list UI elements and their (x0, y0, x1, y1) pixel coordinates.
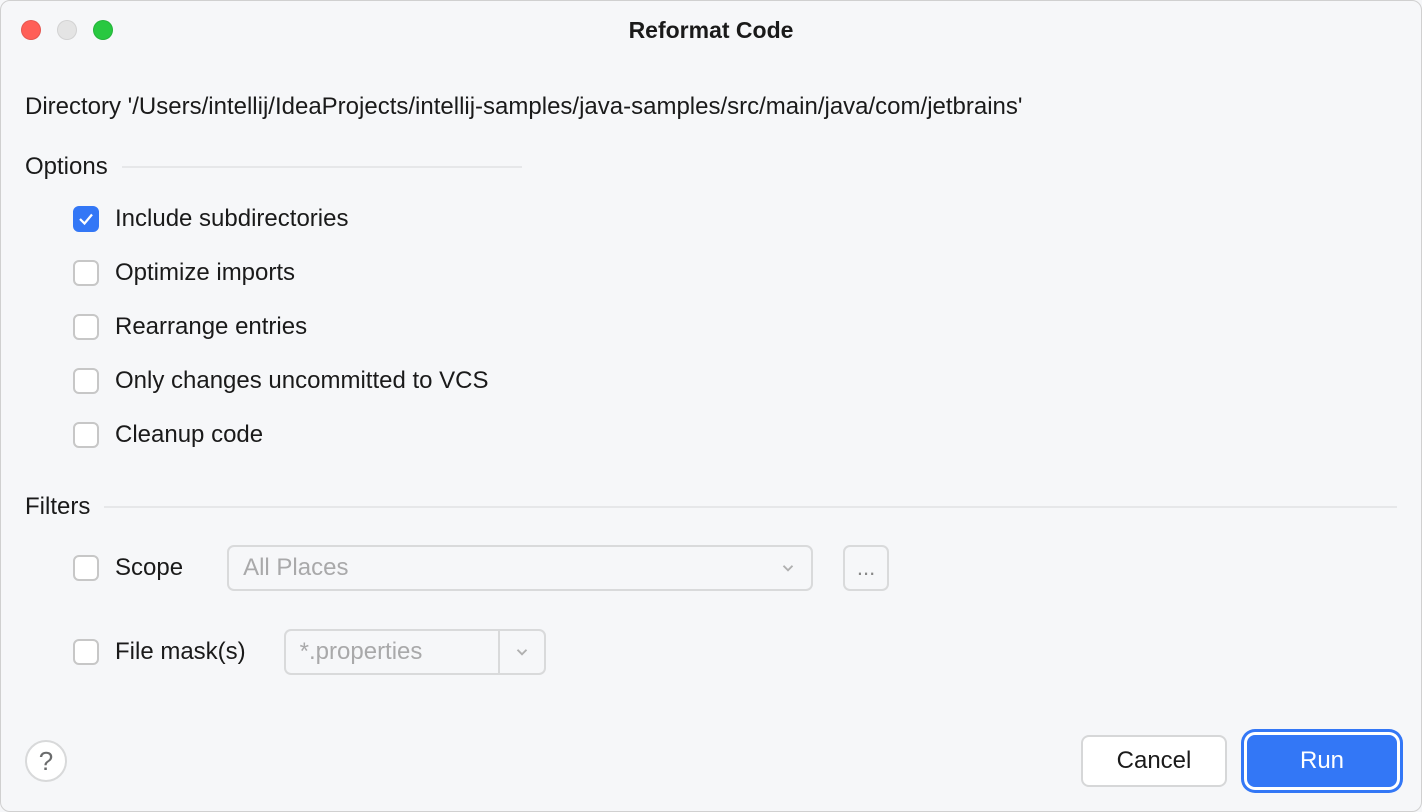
options-group: Include subdirectories Optimize imports … (25, 205, 1397, 449)
cancel-button[interactable]: Cancel (1081, 735, 1227, 787)
filters-group: Scope All Places ... File mask(s) *.prop… (25, 545, 1397, 675)
scope-selected-value: All Places (243, 554, 348, 582)
filemask-dropdown-toggle[interactable] (498, 629, 546, 675)
checkbox-filemask[interactable] (73, 639, 99, 665)
checkbox-rearrange-entries[interactable] (73, 314, 99, 340)
option-label: Rearrange entries (115, 313, 307, 341)
option-label: Optimize imports (115, 259, 295, 287)
scope-browse-button[interactable]: ... (843, 545, 889, 591)
run-button[interactable]: Run (1247, 735, 1397, 787)
checkbox-cleanup-code[interactable] (73, 422, 99, 448)
directory-path-label: Directory '/Users/intellij/IdeaProjects/… (25, 93, 1397, 121)
filters-title: Filters (25, 493, 90, 521)
filemask-label: File mask(s) (115, 638, 246, 666)
help-button[interactable]: ? (25, 740, 67, 782)
option-cleanup-code[interactable]: Cleanup code (73, 421, 1397, 449)
scope-label: Scope (115, 554, 183, 582)
option-vcs-uncommitted[interactable]: Only changes uncommitted to VCS (73, 367, 1397, 395)
chevron-down-icon (513, 643, 531, 661)
filemask-combo[interactable]: *.properties (284, 629, 546, 675)
dialog-content: Directory '/Users/intellij/IdeaProjects/… (1, 59, 1421, 715)
filemask-input[interactable]: *.properties (284, 629, 498, 675)
checkbox-include-subdirectories[interactable] (73, 206, 99, 232)
dialog-footer: ? Cancel Run (1, 715, 1421, 811)
options-title: Options (25, 153, 108, 181)
footer-buttons: Cancel Run (1081, 735, 1397, 787)
checkbox-scope[interactable] (73, 555, 99, 581)
filters-section-header: Filters (25, 493, 1397, 521)
option-label: Cleanup code (115, 421, 263, 449)
option-rearrange-entries[interactable]: Rearrange entries (73, 313, 1397, 341)
options-divider (122, 166, 522, 168)
option-label: Include subdirectories (115, 205, 348, 233)
options-section-header: Options (25, 153, 1397, 181)
option-include-subdirectories[interactable]: Include subdirectories (73, 205, 1397, 233)
scope-dropdown[interactable]: All Places (227, 545, 813, 591)
dialog-window: Reformat Code Directory '/Users/intellij… (0, 0, 1422, 812)
filters-divider (104, 506, 1397, 508)
checkbox-vcs-uncommitted[interactable] (73, 368, 99, 394)
filter-filemask-row: File mask(s) *.properties (73, 629, 1397, 675)
titlebar: Reformat Code (1, 1, 1421, 59)
option-label: Only changes uncommitted to VCS (115, 367, 489, 395)
filter-scope-row: Scope All Places ... (73, 545, 1397, 591)
window-title: Reformat Code (1, 17, 1421, 44)
chevron-down-icon (779, 559, 797, 577)
option-optimize-imports[interactable]: Optimize imports (73, 259, 1397, 287)
checkbox-optimize-imports[interactable] (73, 260, 99, 286)
